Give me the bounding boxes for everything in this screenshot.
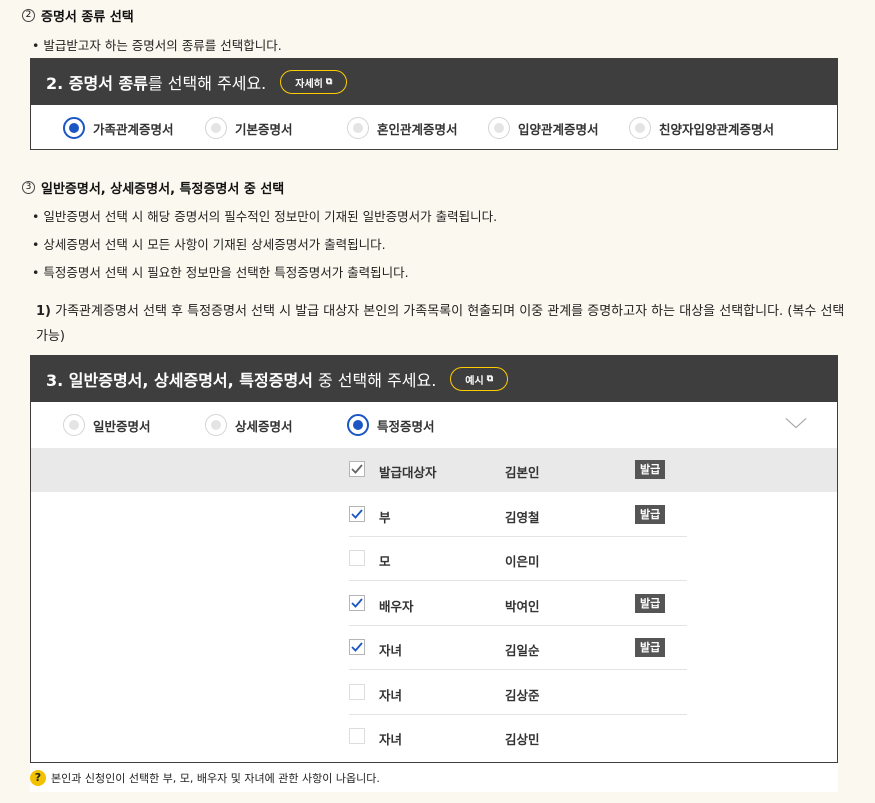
- section3-bullet-2: • 상세증명서 선택 시 모든 사항이 기재된 상세증명서가 출력됩니다.: [32, 237, 386, 252]
- family-row[interactable]: 발급대상자 김본인 발급: [31, 448, 837, 492]
- family-row[interactable]: 자녀 김상민: [31, 715, 837, 759]
- section3-bullet-3: • 특정증명서 선택 시 필요한 정보만을 선택한 특정증명서가 출력됩니다.: [32, 265, 409, 280]
- section2-bullet: • 발급받고자 하는 증명서의 종류를 선택합니다.: [32, 38, 282, 53]
- cert-detail-header-text: 3. 일반증명서, 상세증명서, 특정증명서 중 선택해 주세요.: [46, 367, 436, 391]
- radio-label: 일반증명서: [93, 418, 151, 434]
- issue-badge: 발급: [635, 504, 666, 524]
- checkmark-icon: [351, 597, 363, 608]
- radio-unselected-icon: [347, 117, 369, 139]
- external-link-icon: ⧉: [325, 77, 333, 87]
- checkbox-checked[interactable]: [349, 505, 365, 522]
- radio-label: 친양자입양관계증명서: [659, 121, 775, 137]
- issue-badge: 발급: [635, 460, 666, 479]
- family-relation: 부: [379, 509, 391, 525]
- radio-unselected-icon: [205, 117, 227, 139]
- radio-specific[interactable]: 특정증명서: [347, 414, 435, 436]
- cert-type-header: 2. 증명서 종류를 선택해 주세요. 자세히 ⧉: [31, 59, 837, 105]
- family-relation: 발급대상자: [379, 465, 437, 480]
- radio-selected-icon: [63, 117, 85, 139]
- family-name: 김상민: [505, 732, 540, 747]
- radio-marriage[interactable]: 혼인관계증명서: [347, 117, 458, 139]
- radio-label: 입양관계증명서: [518, 121, 599, 137]
- family-row[interactable]: 자녀 김일순 발급: [31, 626, 837, 670]
- checkbox-unchecked[interactable]: [349, 728, 365, 744]
- checkmark-icon: [351, 508, 363, 519]
- family-list: 발급대상자 김본인 발급 부 김영철 발급 모 이은미 배우자 박여인 발급 자녀 김일순 발급 자녀 김상준…: [30, 448, 838, 762]
- radio-label: 기본증명서: [235, 121, 293, 137]
- section2-title: 2 증명서 종류 선택: [22, 6, 134, 25]
- family-row[interactable]: 모 이은미: [31, 537, 837, 581]
- radio-adoption[interactable]: 입양관계증명서: [488, 117, 599, 139]
- family-name: 김일순: [505, 643, 540, 658]
- family-name: 이은미: [505, 554, 540, 569]
- radio-unselected-icon: [488, 117, 510, 139]
- cert-type-header-text: 2. 증명서 종류를 선택해 주세요.: [46, 70, 266, 94]
- section2-title-text: 증명서 종류 선택: [41, 10, 134, 25]
- cert-type-panel: 2. 증명서 종류를 선택해 주세요. 자세히 ⧉ 가족관계증명서 기본증명서 …: [30, 58, 838, 150]
- family-row[interactable]: 자녀 김상준: [31, 671, 837, 715]
- family-name: 김상준: [505, 687, 540, 703]
- radio-full-adoption[interactable]: 친양자입양관계증명서: [629, 117, 774, 139]
- radio-label: 혼인관계증명서: [377, 121, 458, 137]
- question-icon: ?: [30, 769, 46, 786]
- issue-badge: 발급: [635, 638, 666, 657]
- radio-basic[interactable]: 기본증명서: [205, 117, 293, 139]
- radio-unselected-icon: [629, 117, 651, 139]
- checkbox-unchecked[interactable]: [349, 550, 365, 566]
- cert-type-header-rest: 를 선택해 주세요.: [147, 74, 267, 93]
- info-note: ? 본인과 신청인이 선택한 부, 모, 배우자 및 자녀에 관한 사항이 나옵…: [30, 762, 838, 792]
- issue-badge: 발급: [635, 593, 666, 613]
- section3-title: 3 일반증명서, 상세증명서, 특정증명서 중 선택: [22, 178, 284, 197]
- family-relation: 모: [379, 554, 391, 569]
- family-selection-paragraph: 1) 가족관계증명서 선택 후 특정증명서 선택 시 발급 대상자 본인의 가족…: [36, 299, 851, 349]
- info-note-text: 본인과 신청인이 선택한 부, 모, 배우자 및 자녀에 관한 사항이 나옵니다…: [51, 771, 380, 785]
- external-link-icon: ⧉: [486, 374, 494, 384]
- section3-bullet-1: • 일반증명서 선택 시 해당 증명서의 필수적인 정보만이 기재된 일반증명서…: [32, 209, 498, 224]
- example-button-label: 예시: [465, 375, 484, 387]
- checkmark-icon: [351, 642, 363, 652]
- radio-label: 가족관계증명서: [93, 121, 174, 137]
- family-relation: 자녀: [379, 732, 403, 747]
- cert-detail-options: 일반증명서 상세증명서 특정증명서: [31, 402, 837, 448]
- chevron-down-icon[interactable]: [785, 412, 807, 434]
- radio-label: 특정증명서: [377, 418, 435, 434]
- cert-detail-header: 3. 일반증명서, 상세증명서, 특정증명서 중 선택해 주세요. 예시 ⧉: [31, 356, 837, 402]
- detail-button[interactable]: 자세히 ⧉: [280, 70, 348, 94]
- family-name: 김영철: [505, 509, 540, 525]
- cert-detail-header-bold: 3. 일반증명서, 상세증명서, 특정증명서: [46, 371, 313, 390]
- family-relation: 자녀: [379, 643, 403, 658]
- family-row[interactable]: 부 김영철 발급: [31, 493, 837, 537]
- radio-family-relation[interactable]: 가족관계증명서: [63, 117, 174, 139]
- radio-selected-icon: [347, 414, 369, 436]
- step-number-3: 3: [22, 181, 35, 194]
- family-row[interactable]: 배우자 박여인 발급: [31, 582, 837, 626]
- family-relation: 배우자: [379, 598, 414, 614]
- radio-detailed[interactable]: 상세증명서: [205, 414, 293, 436]
- cert-detail-panel: 3. 일반증명서, 상세증명서, 특정증명서 중 선택해 주세요. 예시 ⧉ 일…: [30, 355, 838, 448]
- cert-detail-header-rest: 중 선택해 주세요.: [312, 371, 437, 390]
- radio-general[interactable]: 일반증명서: [63, 414, 151, 436]
- checkbox-checked[interactable]: [349, 461, 365, 477]
- family-name: 김본인: [505, 465, 540, 480]
- example-button[interactable]: 예시 ⧉: [450, 367, 509, 391]
- checkbox-checked[interactable]: [349, 594, 365, 611]
- step-number-2: 2: [22, 9, 35, 22]
- paragraph-text: 가족관계증명서 선택 후 특정증명서 선택 시 발급 대상자 본인의 가족목록이…: [36, 304, 845, 344]
- radio-label: 상세증명서: [235, 418, 293, 434]
- cert-type-header-bold: 2. 증명서 종류: [46, 74, 148, 93]
- cert-type-options: 가족관계증명서 기본증명서 혼인관계증명서 입양관계증명서 친양자입양관계증명서: [31, 105, 837, 151]
- section3-title-text: 일반증명서, 상세증명서, 특정증명서 중 선택: [41, 182, 285, 197]
- paragraph-number: 1): [36, 304, 51, 319]
- checkbox-unchecked[interactable]: [349, 683, 365, 700]
- radio-unselected-icon: [205, 414, 227, 436]
- detail-button-label: 자세히: [295, 78, 323, 90]
- checkmark-icon: [351, 464, 363, 474]
- checkbox-checked[interactable]: [349, 639, 365, 655]
- radio-unselected-icon: [63, 414, 85, 436]
- family-name: 박여인: [505, 598, 540, 614]
- family-relation: 자녀: [379, 687, 403, 703]
